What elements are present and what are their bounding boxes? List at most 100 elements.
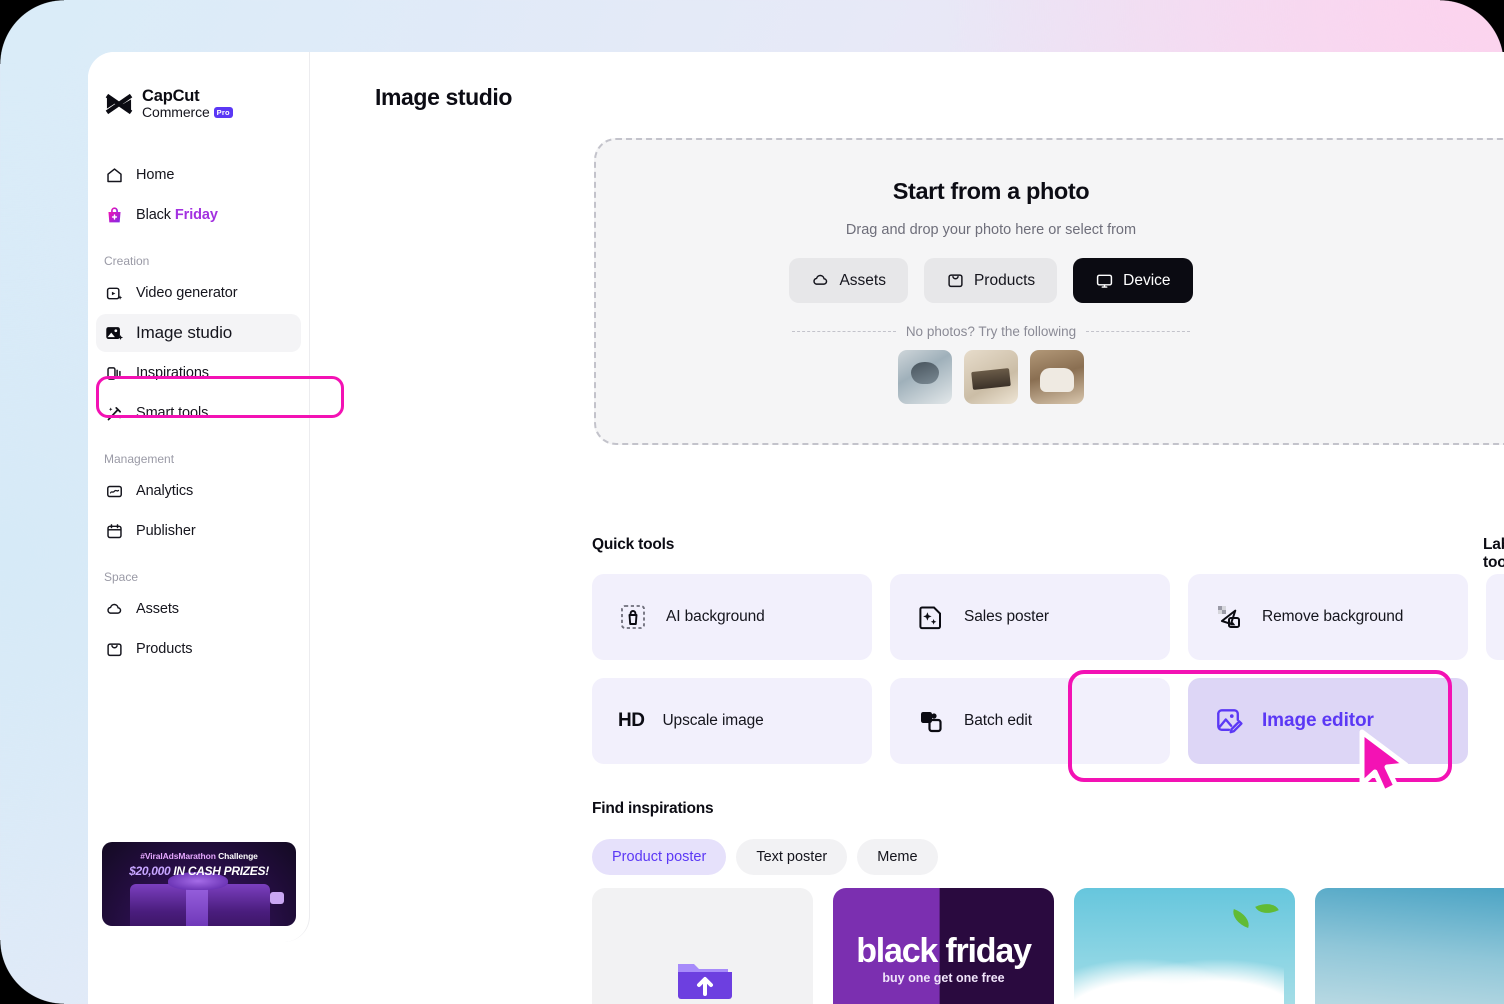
sidebar-group-space: Space — [88, 570, 309, 584]
tool-label: Batch edit — [964, 712, 1032, 730]
promo-prize-rest: IN CASH PRIZES! — [170, 864, 269, 878]
quick-tools-heading: Quick tools — [592, 536, 674, 554]
sky-clouds-leaves-card[interactable] — [1074, 888, 1295, 1004]
chip-product-poster[interactable]: Product poster — [592, 839, 726, 875]
tool-card-batch-edit[interactable]: Batch edit — [890, 678, 1170, 764]
monitor-icon — [1095, 271, 1114, 290]
dropzone-title: Start from a photo — [596, 178, 1386, 205]
promo-banner[interactable]: #ViralAdsMarathon Challenge $20,000 IN C… — [102, 842, 296, 926]
dropzone-subtitle: Drag and drop your photo here or select … — [596, 222, 1386, 238]
divider-text: No photos? Try the following — [906, 324, 1076, 339]
promo-hashtag: #ViralAdsMarathon — [140, 851, 216, 861]
tool-card-sales-poster[interactable]: Sales poster — [890, 574, 1170, 660]
inspiration-filter-chips: Product poster Text poster Meme — [592, 839, 938, 875]
lab-tools-heading: Lab tools — [1483, 536, 1504, 572]
tool-card-any-poster[interactable]: Any poster — [1486, 574, 1504, 660]
black-text: Black — [136, 207, 175, 223]
upload-placeholder-card[interactable] — [592, 888, 813, 1004]
find-inspirations-heading: Find inspirations — [592, 800, 713, 818]
video-generator-icon — [104, 283, 124, 303]
photo-dropzone[interactable]: Start from a photo Drag and drop your ph… — [594, 138, 1504, 445]
chip-label: Meme — [877, 849, 917, 865]
play-chip-graphic — [270, 892, 284, 904]
brand-name-line2: Commerce — [142, 105, 210, 119]
upload-folder-icon — [674, 952, 732, 1000]
page-corner-top-left — [0, 0, 64, 64]
promo-prize-line: $20,000 IN CASH PRIZES! — [102, 864, 296, 878]
pro-badge: Pro — [214, 107, 233, 118]
calendar-icon — [104, 521, 124, 541]
tool-card-ai-background[interactable]: AI background — [592, 574, 872, 660]
sidebar-item-label: Publisher — [136, 523, 196, 539]
main-content: Image studio Start from a photo Drag and… — [310, 52, 1504, 1004]
assets-button[interactable]: Assets — [789, 258, 908, 303]
device-button[interactable]: Device — [1073, 258, 1192, 303]
earbuds-thumbnail[interactable] — [898, 350, 952, 404]
tool-label: Sales poster — [964, 608, 1049, 626]
sidebar-item-products[interactable]: Products — [96, 630, 301, 668]
page-corner-bottom-left — [0, 940, 64, 1004]
sidebar-item-label: Inspirations — [136, 365, 209, 381]
sidebar-item-assets[interactable]: Assets — [96, 590, 301, 628]
batch-edit-icon — [916, 706, 946, 736]
tool-label: Remove background — [1262, 608, 1403, 626]
sidebar-item-label: Assets — [136, 601, 179, 617]
sidebar-item-label: Image studio — [136, 323, 232, 343]
ai-background-icon — [618, 602, 648, 632]
tool-label: Upscale image — [662, 712, 763, 730]
leaf-graphic — [1229, 909, 1252, 928]
image-editor-icon — [1214, 706, 1244, 736]
brand-logo[interactable]: CapCut Commerce Pro — [88, 82, 309, 126]
page-title: Image studio — [375, 84, 1504, 111]
chip-label: Product poster — [612, 849, 706, 865]
sidebar-item-publisher[interactable]: Publisher — [96, 512, 301, 550]
sidebar-item-label: Products — [136, 641, 192, 657]
sky-soft-card[interactable] — [1315, 888, 1504, 1004]
app-window: CapCut Commerce Pro Home — [88, 52, 1504, 1004]
divider-line-right — [1086, 331, 1190, 332]
tool-card-image-editor[interactable]: Image editor — [1188, 678, 1468, 764]
sidebar-group-creation: Creation — [88, 254, 309, 268]
tool-card-remove-background[interactable]: Remove background — [1188, 574, 1468, 660]
analytics-icon — [104, 481, 124, 501]
home-icon — [104, 165, 124, 185]
sales-poster-icon — [916, 602, 946, 632]
dropzone-divider: No photos? Try the following — [596, 324, 1386, 339]
cloud-icon — [104, 599, 124, 619]
sample-thumbnails — [596, 350, 1386, 404]
capcut-logo-icon — [104, 91, 134, 117]
sidebar-item-label: Analytics — [136, 483, 193, 499]
chip-meme[interactable]: Meme — [857, 839, 937, 875]
products-bag-icon — [946, 271, 965, 290]
products-button[interactable]: Products — [924, 258, 1057, 303]
sidebar-nav: Home Black Friday — [88, 156, 309, 668]
chip-label: Text poster — [756, 849, 827, 865]
hd-icon: HD — [618, 710, 644, 732]
sidebar-item-label: Smart tools — [136, 405, 208, 421]
sidebar: CapCut Commerce Pro Home — [88, 52, 310, 942]
gift-ribbon-graphic — [186, 884, 208, 926]
cloud-icon — [811, 271, 830, 290]
divider-line-left — [792, 331, 896, 332]
eyeshadow-palette-thumbnail[interactable] — [964, 350, 1018, 404]
sidebar-item-image-studio[interactable]: Image studio — [96, 314, 301, 352]
tool-card-upscale-image[interactable]: HD Upscale image — [592, 678, 872, 764]
promo-prize-amount: $20,000 — [129, 864, 170, 878]
sidebar-item-home[interactable]: Home — [96, 156, 301, 194]
magic-wand-icon — [104, 403, 124, 423]
image-studio-icon — [104, 323, 124, 343]
sidebar-item-smart-tools[interactable]: Smart tools — [96, 394, 301, 432]
chip-text-poster[interactable]: Text poster — [736, 839, 847, 875]
sidebar-item-inspirations[interactable]: Inspirations — [96, 354, 301, 392]
sidebar-item-analytics[interactable]: Analytics — [96, 472, 301, 510]
promo-headline: #ViralAdsMarathon Challenge — [102, 851, 296, 861]
sidebar-item-video-generator[interactable]: Video generator — [96, 274, 301, 312]
inspiration-cards-row: black friday buy one get one free — [592, 888, 1504, 1004]
poster-title: black friday — [833, 932, 1054, 971]
bag-plus-icon — [104, 205, 124, 225]
black-friday-poster[interactable]: black friday buy one get one free — [833, 888, 1054, 1004]
armchair-thumbnail[interactable] — [1030, 350, 1084, 404]
sidebar-item-black-friday[interactable]: Black Friday — [96, 196, 301, 234]
dropzone-source-buttons: Assets Products — [596, 258, 1386, 303]
assets-button-label: Assets — [839, 272, 886, 290]
